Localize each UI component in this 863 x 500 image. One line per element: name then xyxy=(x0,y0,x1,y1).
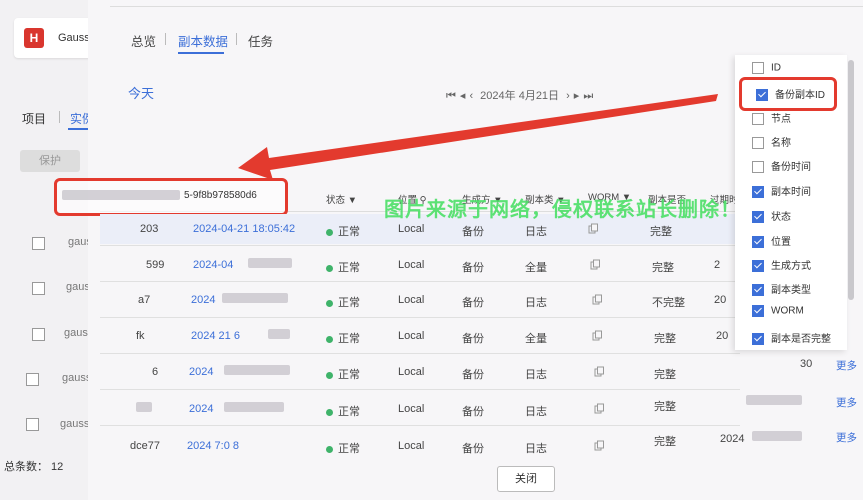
overlay-text: 图片来源于网络，侵权联系站长删除！ xyxy=(384,199,741,221)
red-arrow-annotation xyxy=(238,94,718,180)
